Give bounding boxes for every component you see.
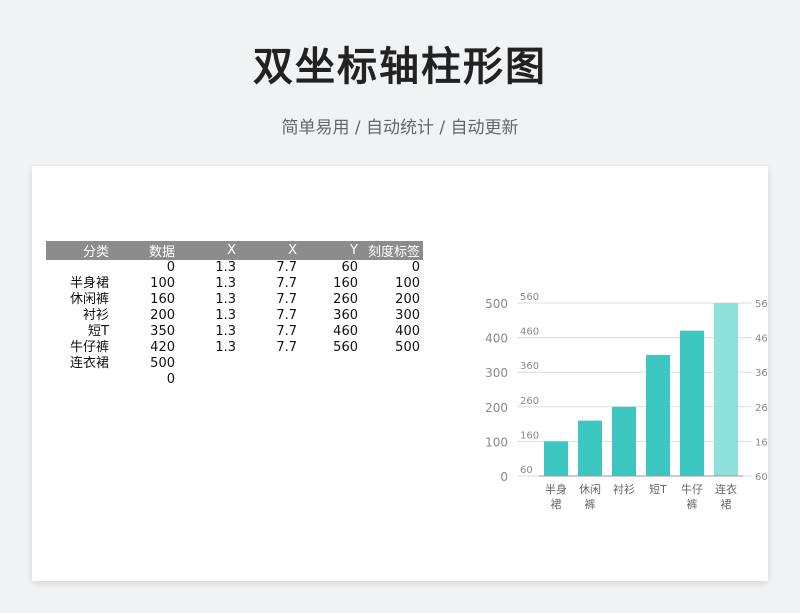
bar xyxy=(714,303,738,476)
right-tick-label: 560 xyxy=(755,299,768,310)
inner-tick-label: 160 xyxy=(520,430,539,441)
right-tick-label: 60 xyxy=(755,472,768,483)
right-tick-label: 360 xyxy=(755,368,768,379)
left-tick-label: 500 xyxy=(485,297,508,311)
category-label: 牛仔 xyxy=(681,482,703,496)
category-label: 裙 xyxy=(551,498,562,511)
page-subtitle: 简单易用 / 自动统计 / 自动更新 xyxy=(281,118,519,138)
left-tick-label: 100 xyxy=(485,435,508,449)
category-label: 裙 xyxy=(721,498,732,511)
category-label: 休闲 xyxy=(579,482,601,496)
inner-tick-label: 260 xyxy=(520,396,539,407)
page-title: 双坐标轴柱形图 xyxy=(253,44,547,90)
left-tick-label: 200 xyxy=(485,401,508,415)
right-tick-label: 160 xyxy=(755,437,768,448)
left-tick-label: 400 xyxy=(485,332,508,346)
inner-tick-label: 60 xyxy=(520,465,533,476)
bar xyxy=(680,330,704,476)
bar xyxy=(578,420,602,476)
category-label: 衬衫 xyxy=(613,483,635,496)
bar xyxy=(544,441,568,476)
category-label: 短T xyxy=(649,482,667,496)
inner-tick-label: 460 xyxy=(520,327,539,338)
left-tick-label: 0 xyxy=(500,470,508,484)
left-tick-label: 300 xyxy=(485,366,508,380)
category-label: 半身 xyxy=(545,482,567,496)
bar xyxy=(646,354,670,476)
right-tick-label: 460 xyxy=(755,334,768,345)
right-tick-label: 260 xyxy=(755,403,768,414)
content-card: 分类 数据 X X Y 刻度标签 0 1.3 7.7 60 0 半身裙 100 1.3 7.7 1… xyxy=(32,166,768,581)
inner-tick-label: 560 xyxy=(520,292,539,303)
dual-axis-bar-chart: 60 160 260 360 460 560 60 160 260 360 460 560 0 100 20… xyxy=(485,292,768,511)
category-label: 裤 xyxy=(687,497,698,511)
bar xyxy=(612,406,636,476)
inner-tick-label: 360 xyxy=(520,361,539,372)
category-label: 连衣 xyxy=(715,482,737,496)
category-label: 裤 xyxy=(585,497,596,511)
